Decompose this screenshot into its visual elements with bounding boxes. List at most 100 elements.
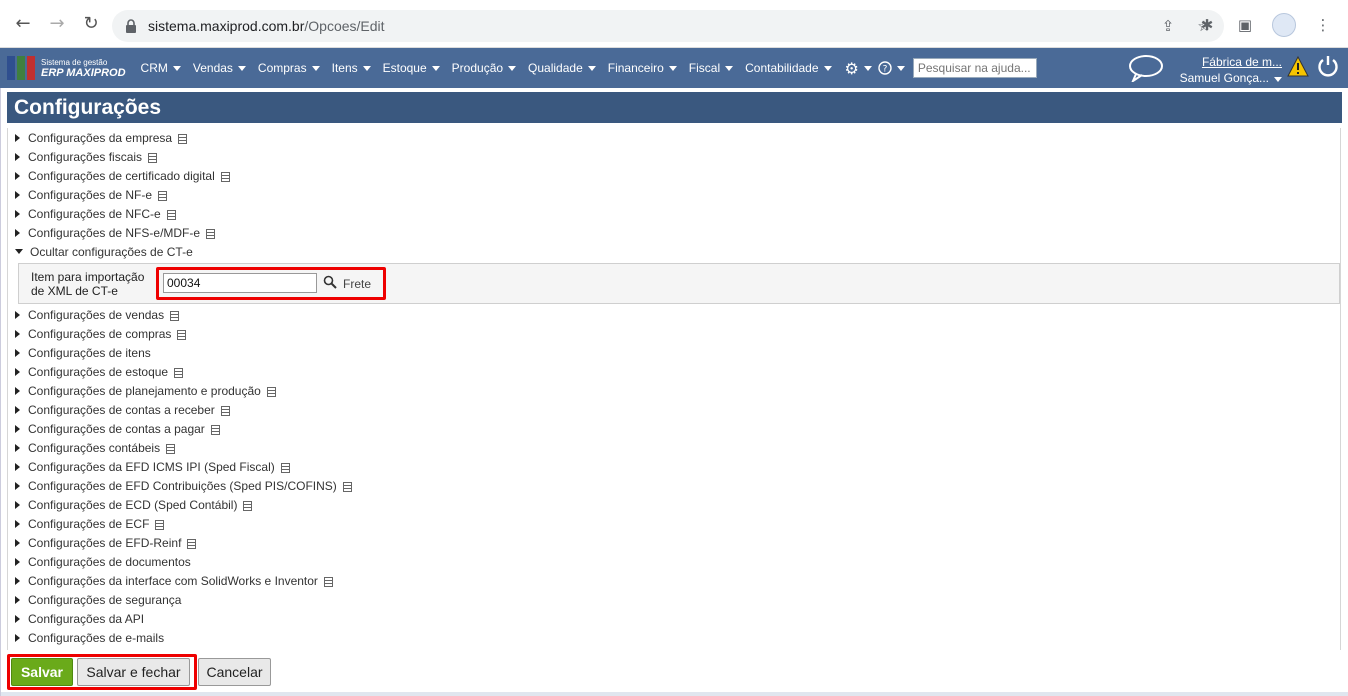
company-link[interactable]: Fábrica de m... bbox=[1176, 54, 1282, 70]
document-icon[interactable] bbox=[177, 329, 187, 340]
menu-itens[interactable]: Itens bbox=[327, 48, 378, 88]
back-icon[interactable]: ← bbox=[12, 13, 34, 35]
settings-section-row[interactable]: Configurações de NF-e bbox=[8, 185, 1340, 204]
settings-section-row[interactable]: Configurações de ECF bbox=[8, 514, 1340, 533]
section-label: Configurações de NFC-e bbox=[28, 206, 161, 221]
profile-avatar[interactable] bbox=[1272, 13, 1296, 37]
document-icon[interactable] bbox=[220, 405, 230, 416]
section-label: Configurações de ECF bbox=[28, 516, 150, 531]
reload-icon[interactable]: ↻ bbox=[80, 13, 102, 35]
cte-item-description: Frete bbox=[343, 277, 372, 291]
settings-section-row[interactable]: Configurações de contas a receber bbox=[8, 400, 1340, 419]
document-icon[interactable] bbox=[148, 152, 158, 163]
triangle-right-icon bbox=[15, 519, 20, 528]
settings-section-row[interactable]: Configurações da EFD ICMS IPI (Sped Fisc… bbox=[8, 457, 1340, 476]
address-bar[interactable]: sistema.maxiprod.com.br/Opcoes/Edit ⇪ ☆ bbox=[112, 10, 1224, 42]
triangle-right-icon bbox=[15, 538, 20, 547]
settings-section-row[interactable]: Configurações da interface com SolidWork… bbox=[8, 571, 1340, 590]
document-icon[interactable] bbox=[166, 209, 176, 220]
menu-crm[interactable]: CRM bbox=[136, 48, 188, 88]
company-user-info[interactable]: Fábrica de m... Samuel Gonça... bbox=[1176, 54, 1282, 86]
section-label: Configurações de contas a pagar bbox=[28, 421, 205, 436]
settings-section-row[interactable]: Configurações de itens bbox=[8, 343, 1340, 362]
settings-section-row[interactable]: Configurações de NFS-e/MDF-e bbox=[8, 223, 1340, 242]
caret-down-icon bbox=[725, 65, 734, 71]
settings-section-row[interactable]: Configurações de NFC-e bbox=[8, 204, 1340, 223]
settings-section-row[interactable]: Configurações de EFD-Reinf bbox=[8, 533, 1340, 552]
menu-estoque[interactable]: Estoque bbox=[378, 48, 447, 88]
settings-section-row[interactable]: Configurações de documentos bbox=[8, 552, 1340, 571]
sections-after: Configurações de vendas Configurações de … bbox=[8, 305, 1340, 647]
search-icon[interactable] bbox=[323, 275, 337, 289]
triangle-right-icon bbox=[15, 633, 20, 642]
forward-icon[interactable]: → bbox=[46, 13, 68, 35]
brand[interactable]: Sistema de gestão ERP MAXIPROD bbox=[41, 57, 126, 79]
document-icon[interactable] bbox=[342, 481, 352, 492]
document-icon[interactable] bbox=[206, 228, 216, 239]
document-icon[interactable] bbox=[166, 443, 176, 454]
power-icon[interactable] bbox=[1316, 54, 1340, 78]
document-icon[interactable] bbox=[280, 462, 290, 473]
settings-section-row[interactable]: Configurações da API bbox=[8, 609, 1340, 628]
settings-section-row[interactable]: Configurações de planejamento e produção bbox=[8, 381, 1340, 400]
document-icon[interactable] bbox=[187, 538, 197, 549]
settings-section-row[interactable]: Configurações de e-mails bbox=[8, 628, 1340, 647]
section-label: Configurações de contas a receber bbox=[28, 402, 215, 417]
settings-section-row[interactable]: Configurações de compras bbox=[8, 324, 1340, 343]
section-label: Configurações de documentos bbox=[28, 554, 191, 569]
user-name[interactable]: Samuel Gonça... bbox=[1180, 71, 1269, 85]
form-footer: Salvar Salvar e fechar Cancelar bbox=[7, 654, 1341, 692]
side-panel-icon[interactable]: ▣ bbox=[1234, 14, 1256, 36]
settings-section-row[interactable]: Configurações contábeis bbox=[8, 438, 1340, 457]
menu-compras[interactable]: Compras bbox=[253, 48, 327, 88]
help-search-input[interactable] bbox=[912, 58, 1037, 78]
document-icon[interactable] bbox=[178, 133, 188, 144]
menu-fiscal[interactable]: Fiscal bbox=[684, 48, 740, 88]
share-icon[interactable]: ⇪ bbox=[1158, 16, 1178, 36]
section-cte-toggle[interactable]: Ocultar configurações de CT-e bbox=[8, 242, 1340, 261]
extensions-icon[interactable]: ✱ bbox=[1196, 14, 1218, 36]
document-icon[interactable] bbox=[220, 171, 230, 182]
document-icon[interactable] bbox=[243, 500, 253, 511]
triangle-right-icon bbox=[15, 386, 20, 395]
help-icon[interactable]: ? bbox=[878, 61, 905, 75]
document-icon[interactable] bbox=[174, 367, 184, 378]
warning-icon[interactable] bbox=[1287, 56, 1309, 78]
menu-qualidade[interactable]: Qualidade bbox=[523, 48, 603, 88]
triangle-right-icon bbox=[15, 152, 20, 161]
lock-icon[interactable] bbox=[124, 19, 138, 33]
save-button[interactable]: Salvar bbox=[11, 658, 73, 686]
settings-section-row[interactable]: Configurações de certificado digital bbox=[8, 166, 1340, 185]
page-bottom-border bbox=[1, 692, 1348, 696]
settings-section-row[interactable]: Configurações de estoque bbox=[8, 362, 1340, 381]
caret-down-icon bbox=[431, 65, 440, 71]
menu-financeiro[interactable]: Financeiro bbox=[603, 48, 684, 88]
cancel-button[interactable]: Cancelar bbox=[198, 658, 271, 686]
chat-bubble-icon[interactable] bbox=[1128, 54, 1164, 82]
menu-contabilidade[interactable]: Contabilidade bbox=[740, 48, 838, 88]
document-icon[interactable] bbox=[323, 576, 333, 587]
menu-vendas[interactable]: Vendas bbox=[188, 48, 253, 88]
section-label: Configurações de e-mails bbox=[28, 630, 165, 645]
browser-menu-icon[interactable]: ⋮ bbox=[1312, 14, 1334, 36]
settings-section-row[interactable]: Configurações da empresa bbox=[8, 128, 1340, 147]
save-and-close-button[interactable]: Salvar e fechar bbox=[77, 658, 190, 686]
document-icon[interactable] bbox=[266, 386, 276, 397]
cte-item-input[interactable] bbox=[163, 273, 317, 293]
settings-section-row[interactable]: Configurações de ECD (Sped Contábil) bbox=[8, 495, 1340, 514]
document-icon[interactable] bbox=[158, 190, 168, 201]
settings-section-row[interactable]: Configurações de segurança bbox=[8, 590, 1340, 609]
settings-section-row[interactable]: Configurações de EFD Contribuições (Sped… bbox=[8, 476, 1340, 495]
settings-section-row[interactable]: Configurações de vendas bbox=[8, 305, 1340, 324]
settings-section-row[interactable]: Configurações de contas a pagar bbox=[8, 419, 1340, 438]
triangle-right-icon bbox=[15, 481, 20, 490]
gear-icon[interactable]: ⚙ bbox=[845, 59, 872, 78]
settings-section-row[interactable]: Configurações fiscais bbox=[8, 147, 1340, 166]
section-label: Configurações de EFD-Reinf bbox=[28, 535, 182, 550]
menu-producao[interactable]: Produção bbox=[447, 48, 523, 88]
maxiprod-logo-icon[interactable] bbox=[7, 56, 37, 80]
triangle-down-icon bbox=[15, 249, 23, 254]
document-icon[interactable] bbox=[170, 310, 180, 321]
document-icon[interactable] bbox=[210, 424, 220, 435]
document-icon[interactable] bbox=[155, 519, 165, 530]
